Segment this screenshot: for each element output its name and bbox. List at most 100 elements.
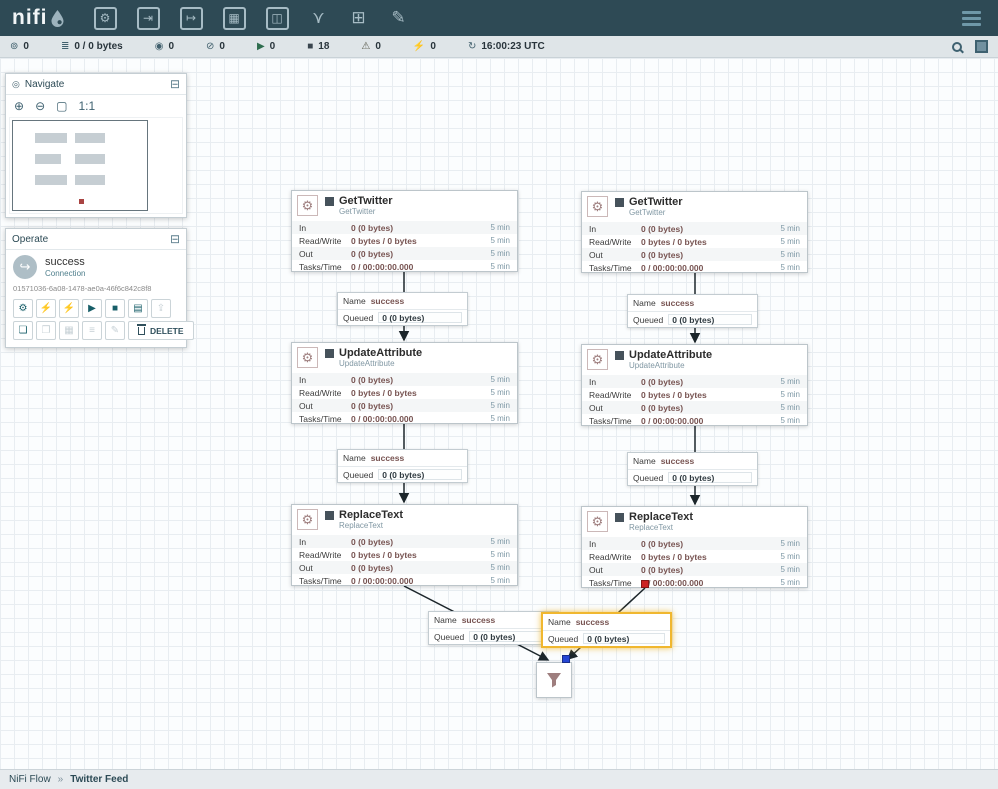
selected-component-id: 01571036-6a08-1478-ae0a-46f6c842c8f8 <box>13 284 179 293</box>
processor-name: ReplaceText <box>339 509 403 521</box>
processor-name: GetTwitter <box>339 195 393 207</box>
connection-label[interactable]: Name success Queued 0 (0 bytes) <box>541 612 672 648</box>
stat-row-out: Out 0 (0 bytes) 5 min <box>292 399 517 412</box>
funnel-icon <box>544 670 564 690</box>
processor-type-icon: ⚙ <box>297 509 318 530</box>
queued-icon: ≣ <box>61 41 69 52</box>
nifi-logo: nifi <box>12 0 64 36</box>
flow-canvas[interactable]: ⚙ GetTwitter GetTwitter In 0 (0 bytes) 5… <box>0 58 998 769</box>
stopped-icon: ■ <box>307 41 313 52</box>
processor[interactable]: ⚙ GetTwitter GetTwitter In 0 (0 bytes) 5… <box>581 191 808 273</box>
connection-label[interactable]: Name success Queued 0 (0 bytes) <box>337 292 468 326</box>
minimap-block <box>75 175 105 185</box>
connection-type-icon: ↪ <box>13 255 37 279</box>
processor[interactable]: ⚙ ReplaceText ReplaceText In 0 (0 bytes)… <box>291 504 518 586</box>
stat-row-readwrite: Read/Write 0 bytes / 0 bytes 5 min <box>582 388 807 401</box>
run-status-stopped-icon <box>615 513 624 522</box>
status-item: ⊘ 0 <box>206 41 225 52</box>
processor-name: UpdateAttribute <box>629 349 712 361</box>
minimap-block <box>75 154 105 164</box>
processor[interactable]: ⚙ GetTwitter GetTwitter In 0 (0 bytes) 5… <box>291 190 518 272</box>
connection-queued: 0 (0 bytes) <box>378 469 462 480</box>
running-icon: ▶ <box>257 41 265 52</box>
not-transmitting-icon: ⊘ <box>206 41 214 52</box>
nifi-logo-text: nifi <box>12 0 48 36</box>
stat-row-tasks: Tasks/Time 0 / 00:00:00.000 5 min <box>582 576 807 589</box>
stat-row-tasks: Tasks/Time 0 / 00:00:00.000 5 min <box>292 574 517 587</box>
stat-row-out: Out 0 (0 bytes) 5 min <box>292 561 517 574</box>
status-value: 0 <box>219 41 225 52</box>
status-value: 18 <box>318 41 329 52</box>
navigate-toolbar: ⊕ ⊖ ▢ 1:1 <box>6 95 186 115</box>
processor-type: UpdateAttribute <box>339 359 422 369</box>
minimap-block <box>35 133 67 143</box>
connection-name: success <box>576 617 610 627</box>
processor-name: ReplaceText <box>629 511 693 523</box>
delete-button[interactable]: DELETE <box>128 321 194 340</box>
processor-type: GetTwitter <box>339 207 393 217</box>
search-icon[interactable] <box>952 42 962 52</box>
birdseye-minimap[interactable] <box>9 117 183 214</box>
status-item: ▶ 0 <box>257 41 275 52</box>
run-status-stopped-icon <box>325 349 334 358</box>
stat-row-out: Out 0 (0 bytes) 5 min <box>582 401 807 414</box>
status-bar: ⊚ 0 ≣ 0 / 0 bytes ◉ 0 ⊘ 0 ▶ 0 ■ 18 <box>0 36 998 58</box>
processor-type: ReplaceText <box>339 521 403 531</box>
status-value: 0 <box>23 41 29 52</box>
disabled-icon: ⚡ <box>413 41 425 52</box>
processor[interactable]: ⚙ ReplaceText ReplaceText In 0 (0 bytes)… <box>581 506 808 588</box>
breadcrumb-current[interactable]: Twitter Feed <box>70 774 128 785</box>
processor-type-icon: ⚙ <box>587 511 608 532</box>
funnel[interactable] <box>536 662 572 698</box>
nifi-app: nifi ⚙ ⇥ ↦ ▦ ◫ ⋎ ⊞ <box>0 0 998 789</box>
navigate-collapse-button[interactable]: ⊟ <box>170 77 180 91</box>
invalid-icon: ⚠ <box>361 41 370 52</box>
connection-name: success <box>371 296 405 306</box>
stat-row-tasks: Tasks/Time 0 / 00:00:00.000 5 min <box>582 414 807 427</box>
status-item: ⊚ 0 <box>10 41 29 52</box>
stat-row-out: Out 0 (0 bytes) 5 min <box>582 248 807 261</box>
breadcrumb: NiFi Flow » Twitter Feed <box>0 769 998 789</box>
operate-button-row-1: ⚙ ⚡ ⚡ ▶ ■ ▤ ⇪ <box>13 299 179 318</box>
stat-row-tasks: Tasks/Time 0 / 00:00:00.000 5 min <box>582 261 807 274</box>
nifi-drop-icon <box>51 10 64 27</box>
connection-name: success <box>371 453 405 463</box>
refresh-icon: ↻ <box>468 41 476 52</box>
processor-name: UpdateAttribute <box>339 347 422 359</box>
status-items: ⊚ 0 ≣ 0 / 0 bytes ◉ 0 ⊘ 0 ▶ 0 ■ 18 <box>10 41 577 52</box>
run-status-stopped-icon <box>615 351 624 360</box>
stat-row-out: Out 0 (0 bytes) 5 min <box>582 563 807 576</box>
minimap-block <box>35 154 61 164</box>
connection-label[interactable]: Name success Queued 0 (0 bytes) <box>627 294 758 328</box>
connection-label[interactable]: Name success Queued 0 (0 bytes) <box>428 611 559 645</box>
processor-name: GetTwitter <box>629 196 683 208</box>
run-status-stopped-icon <box>325 511 334 520</box>
navigate-panel: ◎ Navigate ⊟ ⊕ ⊖ ▢ 1:1 <box>5 73 187 218</box>
navigate-title: Navigate <box>25 79 64 90</box>
processor[interactable]: ⚙ UpdateAttribute UpdateAttribute In 0 (… <box>291 342 518 424</box>
stat-row-readwrite: Read/Write 0 bytes / 0 bytes 5 min <box>292 386 517 399</box>
processor[interactable]: ⚙ UpdateAttribute UpdateAttribute In 0 (… <box>581 344 808 426</box>
selected-component-type: Connection <box>45 269 85 278</box>
stat-row-in: In 0 (0 bytes) 5 min <box>582 222 807 235</box>
processor-type: GetTwitter <box>629 208 683 218</box>
breadcrumb-root[interactable]: NiFi Flow <box>9 774 51 785</box>
stat-row-readwrite: Read/Write 0 bytes / 0 bytes 5 min <box>582 235 807 248</box>
panel-toggle-button[interactable] <box>975 40 988 53</box>
connection-label[interactable]: Name success Queued 0 (0 bytes) <box>337 449 468 483</box>
top-toolbar: nifi ⚙ ⇥ ↦ ▦ ◫ ⋎ ⊞ <box>0 0 998 36</box>
minimap-block <box>35 175 67 185</box>
minimap-block <box>79 199 84 204</box>
global-menu-button[interactable] <box>957 6 986 31</box>
connection-queued: 0 (0 bytes) <box>583 633 665 644</box>
status-value: 0 <box>430 41 436 52</box>
processor-type-icon: ⚙ <box>587 196 608 217</box>
stat-row-in: In 0 (0 bytes) 5 min <box>292 221 517 234</box>
connection-label[interactable]: Name success Queued 0 (0 bytes) <box>627 452 758 486</box>
minimap-block <box>75 133 105 143</box>
stat-row-in: In 0 (0 bytes) 5 min <box>292 373 517 386</box>
status-item: ◉ 0 <box>155 41 174 52</box>
operate-collapse-button[interactable]: ⊟ <box>170 232 180 246</box>
trash-icon <box>138 327 145 335</box>
operate-title: Operate <box>12 234 48 245</box>
